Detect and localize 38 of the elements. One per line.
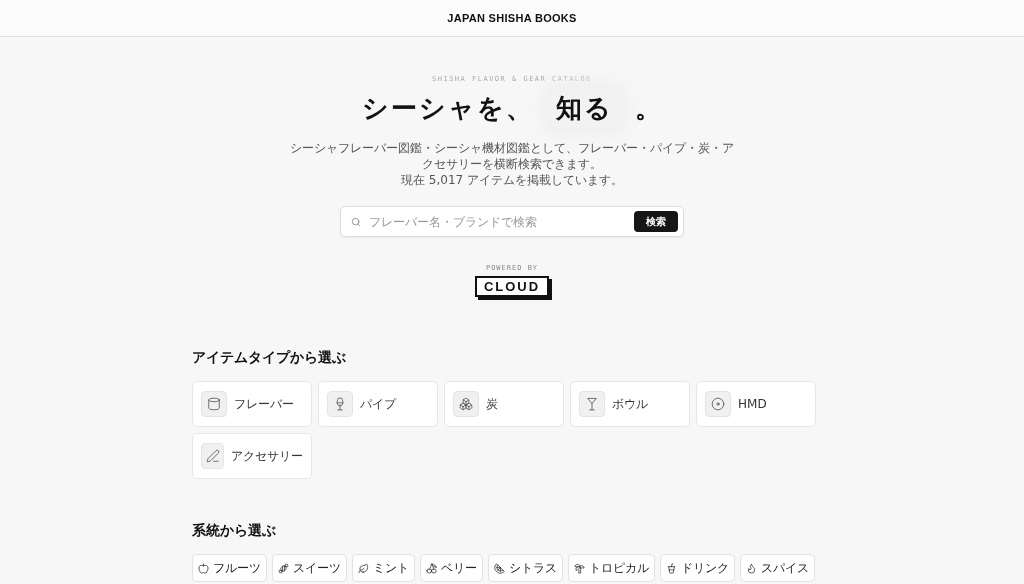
pen-icon: [201, 443, 224, 469]
item-type-card[interactable]: ボウル: [570, 381, 690, 427]
category-chip[interactable]: トロピカル: [568, 554, 655, 582]
section-heading: アイテムタイプから選ぶ: [192, 349, 347, 367]
search-button[interactable]: 検索: [634, 211, 678, 232]
flame-icon: [746, 562, 757, 574]
description-text: シーシャフレーバー図鑑・シーシャ機材図鑑として、フレーバー・パイプ・炭・アクセサリーを横断検索できます。: [289, 140, 735, 172]
citrus-icon: [494, 562, 505, 574]
category-chip[interactable]: スイーツ: [272, 554, 347, 582]
category-chip[interactable]: ミント: [352, 554, 415, 582]
item-type-card[interactable]: アクセサリー: [192, 433, 312, 479]
category-chip[interactable]: ベリー: [420, 554, 483, 582]
leaf-icon: [358, 562, 369, 574]
search-field[interactable]: フレーバー名・ブランドで検索 検索: [340, 206, 684, 237]
headline-period: 。: [634, 92, 663, 125]
goblet-icon: [327, 391, 353, 417]
item-type-card[interactable]: フレーバー: [192, 381, 312, 427]
category-chip[interactable]: シトラス: [488, 554, 563, 582]
category-chip[interactable]: ドリンク: [660, 554, 735, 582]
apple-icon: [198, 562, 209, 574]
candy-icon: [278, 562, 289, 574]
headline-highlight: 知る: [547, 89, 621, 128]
site-title[interactable]: JAPAN SHISHA BOOKS: [447, 12, 577, 24]
category-chip[interactable]: フルーツ: [192, 554, 267, 582]
item-type-card[interactable]: HMD: [696, 381, 816, 427]
cherry-icon: [426, 562, 437, 574]
item-type-card[interactable]: パイプ: [318, 381, 438, 427]
item-count-text: 現在 5,017 アイテムを掲載しています。: [401, 172, 623, 188]
section-heading: 系統から選ぶ: [192, 522, 277, 540]
palm-tree-icon: [574, 562, 585, 574]
search-icon: [351, 216, 361, 227]
cylinder-icon: [201, 391, 227, 417]
cup-icon: [666, 562, 677, 574]
headline-text: シーシャを、: [361, 92, 534, 125]
item-type-card[interactable]: 炭: [444, 381, 564, 427]
cubes-icon: [453, 391, 479, 417]
logo[interactable]: CLOUD: [474, 276, 550, 297]
category-chip[interactable]: スパイス: [740, 554, 815, 582]
